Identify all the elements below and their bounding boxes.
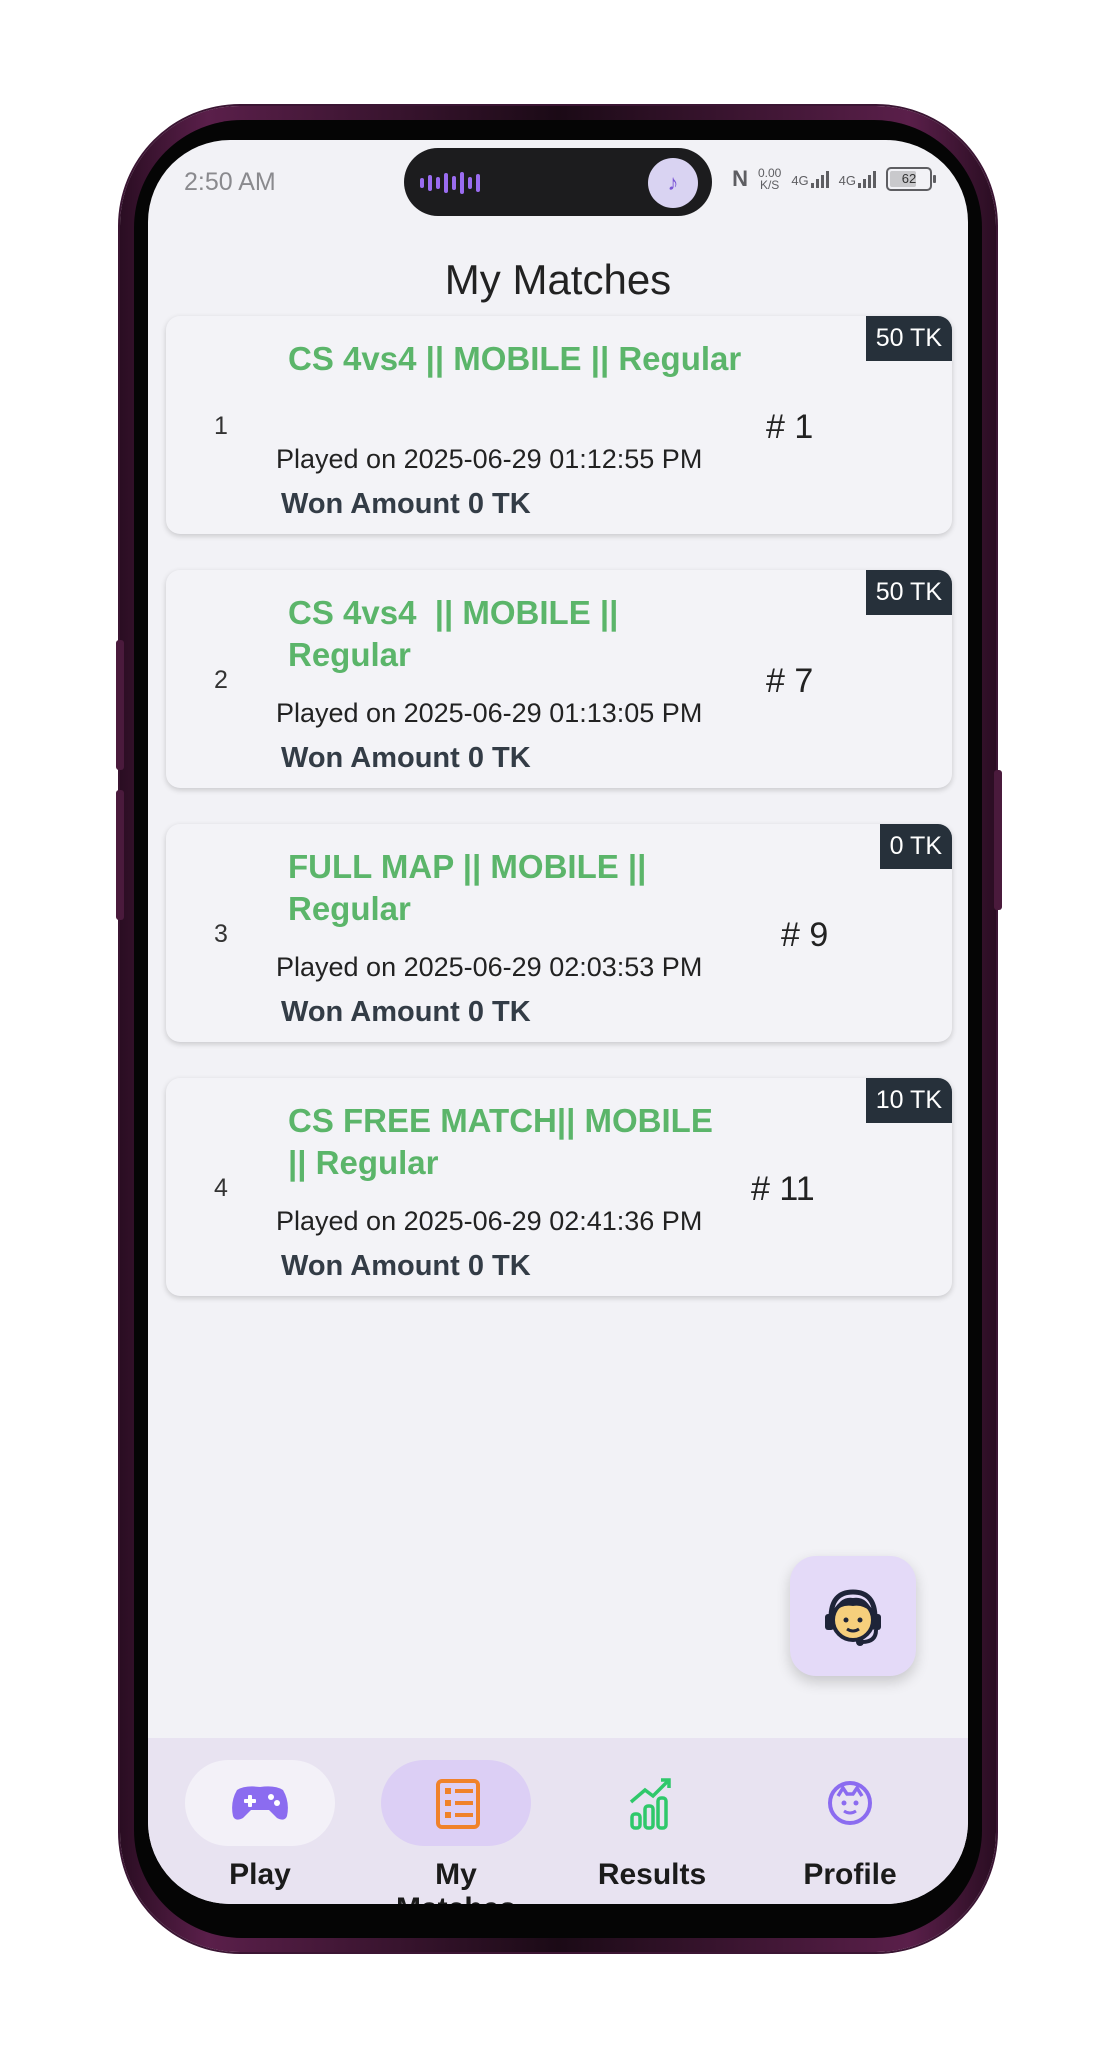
nav-pill <box>775 1760 925 1846</box>
bottom-nav: Play My Matches <box>148 1738 968 1904</box>
match-title: FULL MAP || MOBILE || Regular <box>288 848 647 927</box>
nav-item-results[interactable]: Results <box>572 1760 732 1892</box>
match-played-date: Played on 2025-06-29 01:13:05 PM <box>276 698 703 728</box>
match-played-date: Played on 2025-06-29 02:41:36 PM <box>276 1206 703 1236</box>
phone-side-button <box>116 640 124 770</box>
battery-icon: 62 <box>886 167 936 191</box>
profile-icon <box>828 1781 872 1825</box>
signal-icon: 4G <box>791 170 829 188</box>
list-icon <box>436 1779 480 1829</box>
entry-fee-badge: 50 TK <box>865 316 952 361</box>
status-icons: N 0.00 K/S 4G 4G 62 <box>732 166 936 192</box>
match-index: 2 <box>214 666 228 694</box>
status-time: 2:50 AM <box>184 168 276 196</box>
audio-wave-icon <box>420 172 480 194</box>
match-card[interactable]: 3 FULL MAP || MOBILE || Regular Played o… <box>166 824 952 1042</box>
phone-side-button <box>116 790 124 920</box>
match-won-amount: Won Amount 0 TK <box>281 488 531 520</box>
nav-label: Play <box>229 1858 291 1891</box>
match-index: 1 <box>214 412 228 440</box>
match-card[interactable]: 2 CS 4vs4 || MOBILE || Regular Played on… <box>166 570 952 788</box>
page-title: My Matches <box>444 256 672 304</box>
match-card[interactable]: 1 CS 4vs4 || MOBILE || Regular Played on… <box>166 316 952 534</box>
phone-power-button <box>994 770 1002 910</box>
gamepad-icon <box>232 1786 288 1820</box>
nav-pill <box>185 1760 335 1846</box>
match-rank: # 7 <box>766 662 814 700</box>
network-speed: 0.00 K/S <box>757 166 782 192</box>
nav-label: Profile <box>803 1858 897 1891</box>
match-won-amount: Won Amount 0 TK <box>281 1250 531 1282</box>
nav-pill-active <box>381 1760 531 1846</box>
match-rank: # 9 <box>781 916 829 954</box>
music-note-icon[interactable]: ♪ <box>648 158 698 208</box>
nav-item-my-matches[interactable]: My Matches <box>376 1760 536 1904</box>
entry-fee-badge: 50 TK <box>865 570 952 615</box>
dynamic-island[interactable]: ♪ <box>404 148 712 216</box>
support-agent-icon <box>825 1589 881 1646</box>
nav-item-play[interactable]: Play <box>180 1760 340 1892</box>
nav-label: My Matches <box>396 1858 516 1904</box>
match-index: 3 <box>214 920 228 948</box>
match-index: 4 <box>214 1174 228 1202</box>
match-title: CS 4vs4 || MOBILE || Regular <box>288 594 628 673</box>
entry-fee-badge: 10 TK <box>865 1078 952 1123</box>
app-screen: 2:50 AM ♪ N 0.00 K/S 4G 4G 62 My Matches <box>148 140 968 1904</box>
match-won-amount: Won Amount 0 TK <box>281 742 531 774</box>
match-title: CS 4vs4 || MOBILE || Regular <box>288 340 742 377</box>
match-title: CS FREE MATCH|| MOBILE || Regular <box>288 1102 713 1181</box>
match-rank: # 1 <box>766 408 814 446</box>
nfc-icon: N <box>732 166 748 191</box>
match-played-date: Played on 2025-06-29 02:03:53 PM <box>276 952 703 982</box>
chart-icon <box>629 1778 671 1830</box>
match-rank: # 11 <box>751 1170 815 1208</box>
match-played-date: Played on 2025-06-29 01:12:55 PM <box>276 444 703 474</box>
nav-label: Results <box>597 1858 707 1891</box>
match-won-amount: Won Amount 0 TK <box>281 996 531 1028</box>
nav-pill <box>577 1760 727 1846</box>
nav-item-profile[interactable]: Profile <box>770 1760 930 1892</box>
match-card[interactable]: 4 CS FREE MATCH|| MOBILE || Regular Play… <box>166 1078 952 1296</box>
support-button[interactable] <box>790 1556 916 1676</box>
match-list: 1 CS 4vs4 || MOBILE || Regular Played on… <box>166 316 952 1332</box>
entry-fee-badge: 0 TK <box>879 824 952 869</box>
signal-icon: 4G <box>839 170 876 188</box>
